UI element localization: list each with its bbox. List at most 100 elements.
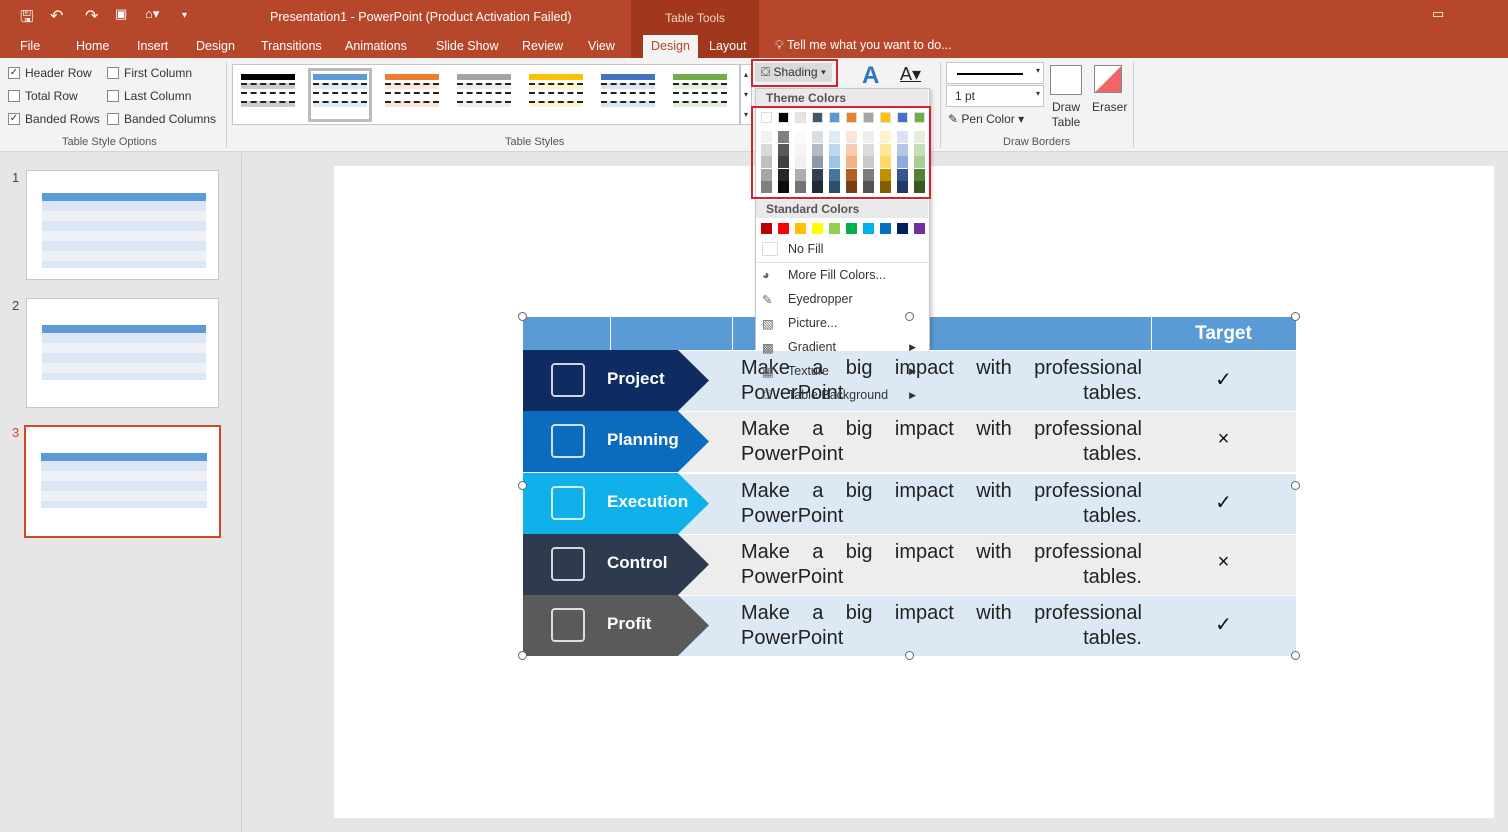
menu-item-more-fill-colors[interactable]: ◕ More Fill Colors... [762, 264, 922, 286]
lightbulb-icon: 💡︎ [775, 38, 787, 52]
resize-handle[interactable] [905, 651, 914, 660]
standard-color-swatch[interactable] [829, 223, 840, 234]
standard-color-swatch[interactable] [897, 223, 908, 234]
slide-number: 1 [12, 170, 20, 185]
resize-handle[interactable] [1291, 651, 1300, 660]
table-tools-label: Table Tools [665, 11, 725, 25]
menu-item-no-fill[interactable]: No Fill [762, 238, 922, 260]
texture-icon: ▦ [762, 365, 774, 379]
menu-item-label: Table Background [788, 388, 889, 402]
table-style-swatch[interactable] [308, 68, 372, 122]
present-icon[interactable]: ▣ [115, 6, 127, 22]
divider [610, 317, 611, 350]
row-label-banner: Project [523, 350, 709, 411]
quick-styles-icon[interactable]: A [862, 62, 879, 90]
execution-icon [551, 486, 585, 520]
standard-color-swatch[interactable] [761, 223, 772, 234]
row-description-line1: Make a big impact with professional [741, 418, 1142, 440]
standard-color-swatch[interactable] [863, 223, 874, 234]
picture-icon: ▧ [762, 317, 774, 331]
standard-color-swatch[interactable] [914, 223, 925, 234]
ribbon-display-icon[interactable]: ▭ [1432, 6, 1444, 22]
slide-thumbnail-2[interactable] [26, 298, 219, 408]
table-style-swatch[interactable] [239, 71, 297, 119]
tab-view[interactable]: View [588, 39, 615, 53]
text-fill-icon[interactable]: A▾ [900, 64, 921, 85]
standard-color-swatch[interactable] [846, 223, 857, 234]
standard-color-swatch[interactable] [880, 223, 891, 234]
undo-icon[interactable]: ↶ [50, 6, 63, 26]
tab-design[interactable]: Design [196, 39, 235, 53]
resize-handle[interactable] [1291, 481, 1300, 490]
total-row-checkbox[interactable]: Total Row [8, 89, 78, 103]
pen-icon: ✎ [948, 112, 962, 126]
pen-style-dropdown[interactable]: ▾ [946, 62, 1044, 84]
customize-qat-icon[interactable]: ▾ [182, 10, 187, 21]
target-mark: ✓ [1215, 614, 1232, 636]
tab-home[interactable]: Home [76, 39, 109, 53]
menu-item-table-background[interactable]: ⛋ Table Background ▶ [762, 384, 922, 406]
table-style-swatch[interactable] [599, 71, 657, 119]
table-styles-gallery[interactable] [232, 64, 740, 125]
standard-color-swatch[interactable] [778, 223, 789, 234]
row-description-line2: PowerPoint tables. [741, 505, 1142, 527]
row-description-line1: Make a big impact with professional [741, 602, 1142, 624]
tab-slide-show[interactable]: Slide Show [436, 39, 499, 53]
standard-color-swatch[interactable] [812, 223, 823, 234]
slide-thumbnail-1[interactable] [26, 170, 219, 280]
last-column-checkbox[interactable]: Last Column [107, 89, 191, 103]
gradient-icon: ▩ [762, 341, 774, 355]
row-label-banner: Planning [523, 411, 709, 472]
header-row-checkbox[interactable]: ✓ Header Row [8, 66, 92, 80]
save-icon[interactable]: 🖫 [20, 6, 34, 33]
highlight-shading [751, 59, 838, 87]
tab-layout[interactable]: Layout [709, 39, 747, 53]
pen-color-button[interactable]: ✎ Pen Color ▾ [948, 112, 1024, 126]
tell-me-box[interactable]: 💡︎ Tell me what you want to do... [775, 38, 952, 53]
divider [226, 62, 227, 148]
banded-columns-checkbox[interactable]: Banded Columns [107, 112, 216, 126]
banded-rows-checkbox[interactable]: ✓ Banded Rows [8, 112, 100, 126]
resize-handle[interactable] [518, 651, 527, 660]
table-style-swatch[interactable] [527, 71, 585, 119]
resize-handle[interactable] [1291, 312, 1300, 321]
standard-color-swatch[interactable] [795, 223, 806, 234]
menu-item-gradient[interactable]: ▩ Gradient ▶ [762, 336, 922, 358]
planning-icon [551, 424, 585, 458]
format-painter-icon[interactable]: ⌂▾ [145, 6, 159, 22]
menu-item-eyedropper[interactable]: ✎ Eyedropper [762, 288, 922, 310]
row-description-line2: PowerPoint tables. [741, 443, 1142, 465]
menu-item-label: Eyedropper [788, 292, 853, 306]
row-description-line1: Make a big impact with professional [741, 541, 1142, 563]
table-style-swatch[interactable] [383, 71, 441, 119]
row-label-banner: Execution [523, 473, 709, 534]
slide-thumbnail-3[interactable] [24, 425, 221, 538]
menu-item-label: More Fill Colors... [788, 268, 886, 282]
table-style-swatch[interactable] [671, 71, 729, 119]
window-title: Presentation1 - PowerPoint (Product Acti… [270, 10, 572, 24]
eraser-button[interactable]: Eraser [1092, 100, 1127, 114]
tab-transitions[interactable]: Transitions [261, 39, 322, 53]
draw-table-button[interactable]: Draw Table [1048, 100, 1084, 130]
draw-table-icon [1050, 65, 1082, 95]
paint-bucket-icon: ⛋ [762, 388, 772, 402]
first-column-checkbox[interactable]: First Column [107, 66, 192, 80]
slide-number: 2 [12, 298, 20, 313]
theme-colors-header: Theme Colors [756, 89, 928, 107]
resize-handle[interactable] [518, 312, 527, 321]
no-fill-icon [762, 242, 778, 256]
tab-design[interactable]: Design [643, 35, 698, 58]
tab-insert[interactable]: Insert [137, 39, 168, 53]
menu-item-picture[interactable]: ▧ Picture... [762, 312, 922, 334]
submenu-arrow-icon: ▶ [909, 365, 916, 376]
tab-review[interactable]: Review [522, 39, 563, 53]
resize-handle[interactable] [518, 481, 527, 490]
tab-animations[interactable]: Animations [345, 39, 407, 53]
table-style-swatch[interactable] [455, 71, 513, 119]
pen-weight-dropdown[interactable]: 1 pt ▾ [946, 85, 1044, 107]
redo-icon[interactable]: ↷ [85, 6, 98, 26]
standard-colors-header: Standard Colors [756, 200, 928, 218]
header-target: Target [1195, 323, 1252, 344]
menu-item-texture[interactable]: ▦ Texture ▶ [762, 360, 922, 382]
tab-file[interactable]: File [20, 39, 40, 53]
